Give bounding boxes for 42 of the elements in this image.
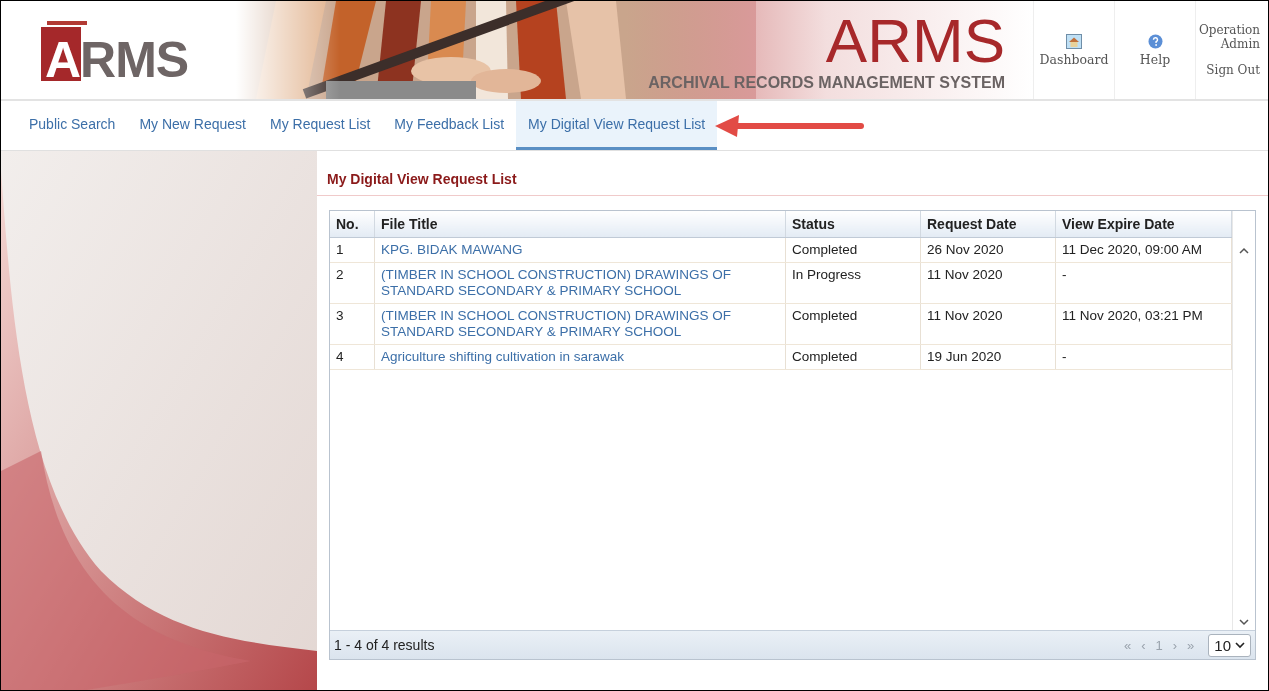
- file-title-link[interactable]: (TIMBER IN SCHOOL CONSTRUCTION) DRAWINGS OF STANDARD SECONDARY & PRIMARY SCHOOL: [381, 267, 779, 299]
- app-title: ARMS: [825, 10, 1005, 72]
- table-cell: Completed: [785, 344, 921, 370]
- table-cell: -: [1055, 344, 1232, 370]
- app-subtitle: ARCHIVAL RECORDS MANAGEMENT SYSTEM: [648, 74, 1005, 92]
- file-title-link[interactable]: (TIMBER IN SCHOOL CONSTRUCTION) DRAWINGS OF STANDARD SECONDARY & PRIMARY SCHOOL: [381, 308, 779, 340]
- column-header[interactable]: File Title: [374, 211, 786, 238]
- nav-tab[interactable]: My Request List: [258, 101, 383, 150]
- user-name: Operation Admin: [1197, 23, 1260, 51]
- table-cell: 11 Nov 2020: [920, 262, 1056, 304]
- table-cell: In Progress: [785, 262, 921, 304]
- file-title-link[interactable]: KPG. BIDAK MAWANG: [381, 242, 779, 258]
- help-icon: [1147, 33, 1163, 49]
- table-cell: 2: [330, 262, 375, 304]
- table-cell: 4: [330, 344, 375, 370]
- nav-tab[interactable]: Public Search: [17, 101, 128, 150]
- column-header[interactable]: View Expire Date: [1055, 211, 1232, 238]
- column-header[interactable]: Status: [785, 211, 921, 238]
- scroll-up-icon[interactable]: [1239, 247, 1249, 254]
- table-cell: 3: [330, 303, 375, 345]
- sign-out-link[interactable]: Sign Out: [1206, 63, 1260, 77]
- page-size-select[interactable]: 10: [1208, 633, 1251, 657]
- caret-icon: [1235, 641, 1245, 649]
- results-summary: 1 - 4 of 4 results: [334, 637, 435, 653]
- house-icon: [1066, 33, 1082, 49]
- column-header[interactable]: No.: [330, 211, 375, 238]
- table-cell: 1: [330, 237, 375, 263]
- nav-tab[interactable]: My Digital View Request List: [516, 101, 718, 150]
- column-header[interactable]: Request Date: [920, 211, 1056, 238]
- table-cell: 11 Nov 2020, 03:21 PM: [1055, 303, 1232, 345]
- scroll-down-icon[interactable]: [1239, 619, 1249, 626]
- table-cell: Completed: [785, 237, 921, 263]
- nav-tab[interactable]: My New Request: [127, 101, 258, 150]
- table-cell: 26 Nov 2020: [920, 237, 1056, 263]
- table-cell: 11 Nov 2020: [920, 303, 1056, 345]
- nav-tab[interactable]: My Feedback List: [382, 101, 517, 150]
- file-title-link[interactable]: Agriculture shifting cultivation in sarawak: [381, 349, 779, 365]
- table-cell: 11 Dec 2020, 09:00 AM: [1055, 237, 1232, 263]
- table-cell: -: [1055, 262, 1232, 304]
- table-cell: Completed: [785, 303, 921, 345]
- panel-title: My Digital View Request List: [317, 151, 1268, 196]
- table-cell: 19 Jun 2020: [920, 344, 1056, 370]
